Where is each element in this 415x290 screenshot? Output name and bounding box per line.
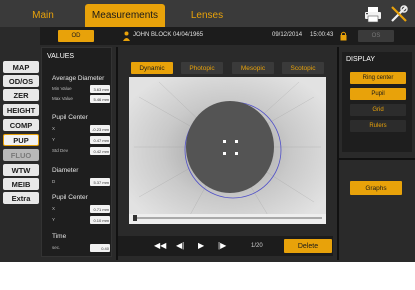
pupil2-x-label: X bbox=[52, 206, 56, 211]
sidebar-item-fluo[interactable]: FLUO bbox=[3, 149, 39, 161]
max-value-label: Max Value bbox=[52, 96, 73, 101]
ring-center-toggle[interactable]: Ring center bbox=[350, 72, 406, 84]
pupil-center2-label: Pupil Center bbox=[52, 194, 88, 201]
exam-date: 09/12/2014 bbox=[272, 32, 303, 38]
patient-header: OD JOHN BLOCK 04/04/1965 09/12/2014 15:0… bbox=[40, 27, 415, 45]
step-back-icon[interactable]: ◀| bbox=[176, 241, 184, 250]
top-tab-bar: Main Measurements Lenses bbox=[0, 0, 415, 27]
lock-icon bbox=[340, 31, 347, 41]
pupil2-x-value: 0.71 mm bbox=[90, 205, 110, 213]
pupil-x-value: -0.23 mm bbox=[90, 125, 110, 133]
timeline-slider[interactable] bbox=[129, 214, 326, 224]
person-icon bbox=[123, 31, 130, 41]
sidebar-item-map[interactable]: MAP bbox=[3, 61, 39, 73]
pupil-y-label: Y bbox=[52, 137, 56, 142]
pupil-y-value: 0.47 mm bbox=[90, 136, 110, 144]
diameter-label: Diameter bbox=[52, 167, 79, 174]
time-sec-label: sec. bbox=[52, 245, 61, 250]
sidebar-item-odos[interactable]: OD/OS bbox=[3, 75, 39, 87]
avg-diameter-label: Average Diameter bbox=[52, 75, 105, 82]
display-panel: DISPLAY Ring center Pupil Grid Rulers bbox=[342, 52, 412, 152]
play-icon[interactable]: ▶ bbox=[198, 241, 204, 250]
mode-mesopic[interactable]: Mesopic bbox=[232, 62, 274, 74]
mode-scotopic[interactable]: Scotopic bbox=[282, 62, 324, 74]
tools-icon[interactable] bbox=[390, 5, 408, 23]
sidebar-item-pup[interactable]: PUP bbox=[3, 134, 39, 146]
sidebar-item-comp[interactable]: COMP bbox=[3, 119, 39, 131]
slider-track bbox=[133, 217, 322, 219]
diameter-value: 5.37 mm bbox=[90, 178, 110, 186]
min-value-label: Min Value bbox=[52, 86, 72, 91]
tab-lenses[interactable]: Lenses bbox=[167, 4, 247, 27]
rulers-toggle[interactable]: Rulers bbox=[350, 120, 406, 132]
min-value: 3.63 mm bbox=[90, 85, 110, 93]
app-window: Main Measurements Lenses OD JOHN BLOCK 0… bbox=[0, 0, 415, 262]
sidebar-item-height[interactable]: HEIGHT bbox=[3, 104, 39, 116]
sidebar-item-meib[interactable]: MEIB bbox=[3, 178, 39, 190]
os-eye-button[interactable]: OS bbox=[358, 30, 394, 42]
display-title: DISPLAY bbox=[346, 56, 376, 63]
std-dev-label: Std Dev bbox=[52, 148, 69, 153]
step-forward-icon[interactable]: |▶ bbox=[218, 241, 226, 250]
od-eye-button[interactable]: OD bbox=[58, 30, 94, 42]
exam-time: 15:00:43 bbox=[310, 32, 334, 38]
values-title: VALUES bbox=[47, 53, 75, 60]
mode-dynamic[interactable]: Dynamic bbox=[131, 62, 173, 74]
pupil-toggle[interactable]: Pupil bbox=[350, 88, 406, 100]
slider-handle[interactable] bbox=[133, 215, 137, 221]
pupil2-y-label: Y bbox=[52, 217, 56, 222]
tab-measurements[interactable]: Measurements bbox=[85, 4, 165, 27]
grid-toggle[interactable]: Grid bbox=[350, 104, 406, 116]
divider bbox=[116, 47, 118, 260]
delete-button[interactable]: Delete bbox=[284, 239, 332, 253]
time-label: Time bbox=[52, 233, 67, 240]
sidebar-item-wtw[interactable]: WTW bbox=[3, 164, 39, 176]
diameter-d-label: D bbox=[52, 179, 56, 184]
printer-icon[interactable] bbox=[364, 5, 382, 23]
mode-photopic[interactable]: Photopic bbox=[181, 62, 223, 74]
eye-image bbox=[129, 77, 326, 224]
patient-name: JOHN BLOCK 04/04/1965 bbox=[133, 32, 204, 38]
sidebar-item-extra[interactable]: Extra bbox=[3, 192, 39, 204]
pupil-center-label: Pupil Center bbox=[52, 114, 88, 121]
graphs-button[interactable]: Graphs bbox=[350, 181, 402, 195]
pupil-image[interactable] bbox=[129, 77, 326, 224]
rewind-icon[interactable]: ◀◀ bbox=[154, 241, 166, 250]
values-panel: VALUES Average Diameter Min Value 3.63 m… bbox=[41, 47, 112, 257]
divider bbox=[337, 47, 339, 260]
time-value: 0.40 bbox=[90, 244, 110, 252]
pupil2-y-value: 0.10 mm bbox=[90, 216, 110, 224]
max-value: 5.46 mm bbox=[90, 95, 110, 103]
std-dev-value: 0.42 mm bbox=[90, 147, 110, 155]
tab-main[interactable]: Main bbox=[3, 4, 83, 27]
pupil-x-label: X bbox=[52, 126, 56, 131]
sidebar-item-zer[interactable]: ZER bbox=[3, 89, 39, 101]
divider bbox=[339, 158, 415, 160]
frame-counter: 1/20 bbox=[251, 243, 263, 249]
